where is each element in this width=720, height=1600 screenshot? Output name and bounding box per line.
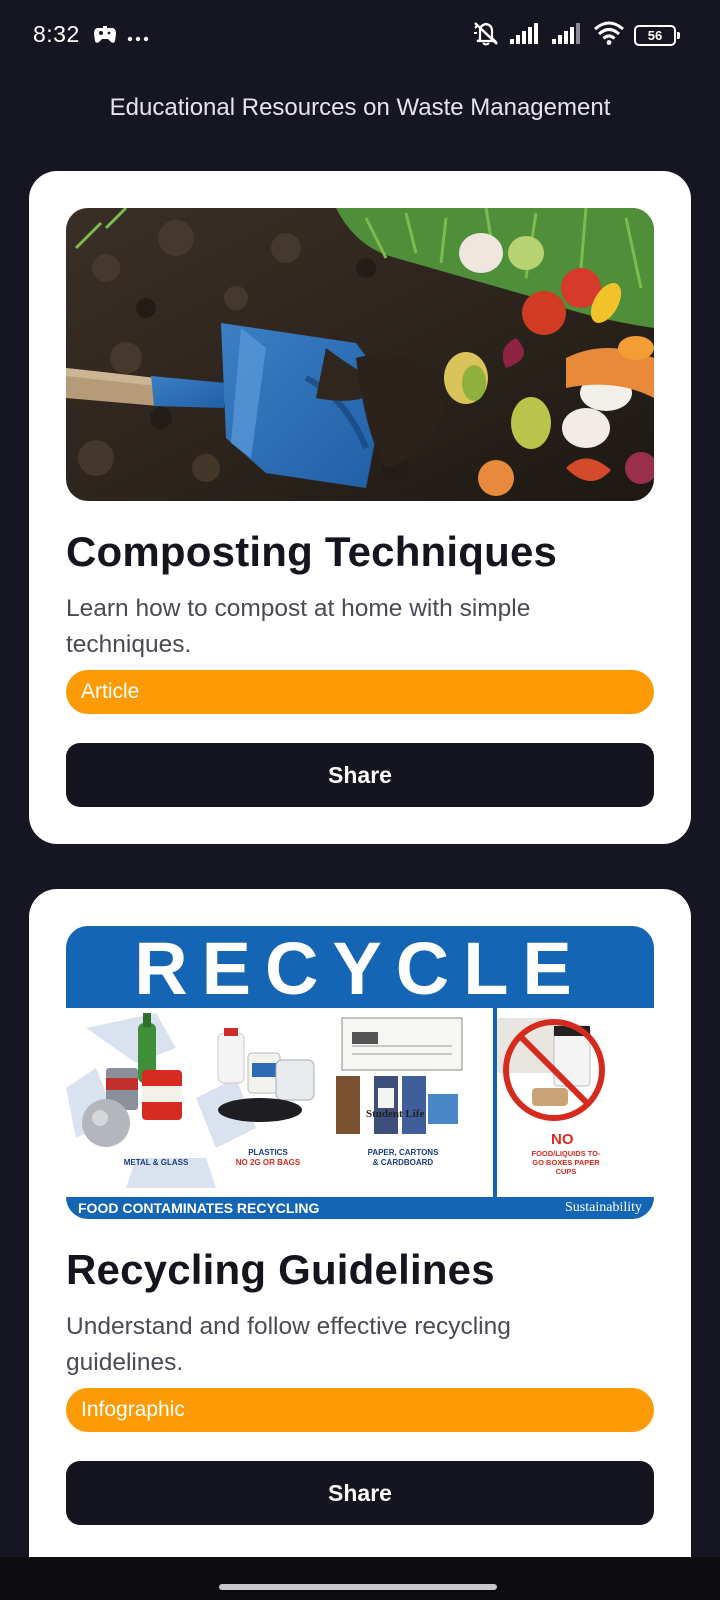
status-bar: 8:32 56 xyxy=(0,0,720,72)
resource-card[interactable]: Composting Techniques Learn how to compo… xyxy=(29,171,691,844)
status-icons: 56 xyxy=(472,20,680,51)
metal-glass-text: METAL & GLASS xyxy=(123,1158,189,1167)
home-indicator[interactable] xyxy=(219,1584,497,1590)
plastics-note: NO 2G OR BAGS xyxy=(235,1158,301,1167)
wifi-icon xyxy=(594,21,624,50)
more-dots-icon xyxy=(127,30,149,48)
plastics-label: PLASTICS NO 2G OR BAGS xyxy=(228,1148,308,1168)
system-nav-bar xyxy=(0,1557,720,1600)
poster-divider xyxy=(493,1008,497,1197)
newspaper-title: Student Life xyxy=(366,1108,425,1120)
composting-image xyxy=(66,208,654,501)
card-description: Learn how to compost at home with simple… xyxy=(66,595,531,658)
recycling-poster-image: RECYCLE Student Life METAL & GLASS PLAST… xyxy=(66,926,654,1219)
card-title: Recycling Guidelines xyxy=(66,1246,495,1293)
poster-footer-logo: Sustainability xyxy=(565,1200,642,1215)
card-description: Understand and follow effective recyclin… xyxy=(66,1313,511,1376)
poster-footer: FOOD CONTAMINATES RECYCLING Sustainabili… xyxy=(66,1197,654,1219)
resource-type-badge: Article xyxy=(66,670,654,714)
poster-no-note: FOOD/LIQUIDS TO-GO BOXES PAPER CUPS xyxy=(531,1149,601,1176)
battery-icon: 56 xyxy=(634,24,680,46)
game-controller-icon xyxy=(93,24,117,51)
metal-glass-label: METAL & GLASS xyxy=(106,1158,206,1168)
share-button[interactable]: Share xyxy=(66,1461,654,1525)
poster-footer-text: FOOD CONTAMINATES RECYCLING xyxy=(78,1200,320,1216)
signal-icon xyxy=(552,22,584,49)
battery-level: 56 xyxy=(647,27,663,43)
share-button[interactable]: Share xyxy=(66,743,654,807)
resource-type-badge: Infographic xyxy=(66,1388,654,1432)
paper-text: PAPER, CARTONS xyxy=(367,1148,439,1157)
mute-icon xyxy=(472,20,500,51)
signal-icon xyxy=(510,22,542,49)
poster-banner: RECYCLE xyxy=(66,926,654,1010)
card-title: Composting Techniques xyxy=(66,528,558,575)
paper-label: PAPER, CARTONS & CARDBOARD xyxy=(348,1148,458,1168)
plastics-text: PLASTICS xyxy=(248,1148,288,1157)
page-title: Educational Resources on Waste Managemen… xyxy=(109,94,611,121)
poster-no-label: NO xyxy=(551,1131,574,1148)
status-time: 8:32 xyxy=(33,21,80,47)
resource-card[interactable]: RECYCLE Student Life METAL & GLASS PLAST… xyxy=(29,889,691,1557)
paper-text-2: & CARDBOARD xyxy=(372,1158,434,1167)
